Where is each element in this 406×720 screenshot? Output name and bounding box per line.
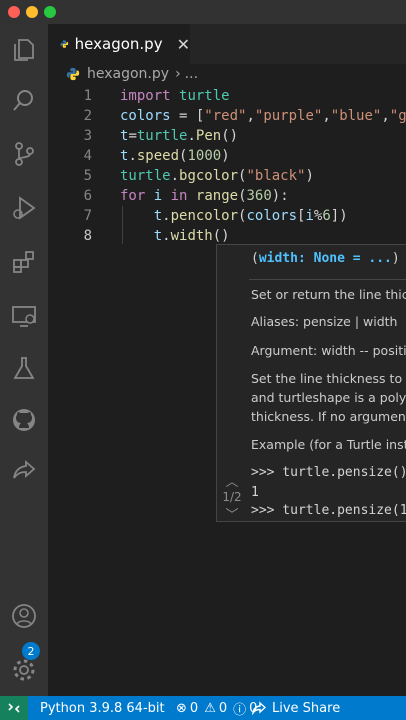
breadcrumb-separator: ›: [175, 66, 181, 82]
breadcrumb: hexagon.py › ...: [48, 64, 406, 84]
code-line[interactable]: for i in range(360):: [120, 186, 289, 206]
hover-doc-line: Set or return the line thick: [251, 287, 406, 302]
warning-icon: ⚠: [204, 700, 216, 716]
code-line[interactable]: colors = ["red","purple","blue","gre: [120, 106, 406, 126]
tab-hexagon-py[interactable]: hexagon.py ✕: [48, 24, 190, 64]
source-control-icon[interactable]: [6, 136, 42, 172]
minimize-window-button[interactable]: [26, 6, 38, 18]
extensions-icon[interactable]: [6, 244, 42, 280]
explorer-icon[interactable]: [6, 32, 42, 68]
zoom-window-button[interactable]: [44, 6, 56, 18]
problems-indicator[interactable]: ⊗ 0 ⚠ 0 ⓘ 0: [176, 696, 257, 720]
breadcrumb-more[interactable]: ...: [185, 66, 198, 82]
line-number: 7: [83, 208, 92, 224]
search-icon[interactable]: [6, 82, 42, 118]
code-line[interactable]: t.speed(1000): [120, 146, 230, 166]
live-share-label: Live Share: [272, 700, 341, 716]
overload-pager: ︿ 1/2 ﹀: [217, 471, 247, 521]
line-number: 2: [83, 108, 92, 124]
live-share-icon[interactable]: [6, 452, 42, 488]
python-interpreter[interactable]: Python 3.9.8 64-bit: [40, 696, 165, 720]
chevron-up-icon[interactable]: ︿: [217, 471, 247, 490]
accounts-icon[interactable]: [6, 598, 42, 634]
testing-flask-icon[interactable]: [6, 350, 42, 386]
run-debug-icon[interactable]: [6, 190, 42, 226]
title-bar: [0, 0, 406, 24]
python-file-icon: [66, 67, 80, 81]
hover-doc-line: Aliases: pensize | width: [251, 314, 398, 329]
line-number: 4: [83, 148, 92, 164]
hover-doc-line: thickness. If no argument: [251, 409, 406, 424]
hover-doc-line: Argument: width -- positiv: [251, 343, 406, 358]
activity-bar: 2: [0, 24, 48, 696]
github-icon[interactable]: [6, 402, 42, 438]
hover-signature: (width: None = ...): [251, 251, 400, 266]
live-share-status[interactable]: Live Share: [252, 696, 340, 720]
error-count: 0: [189, 700, 199, 716]
chevron-down-icon[interactable]: ﹀: [217, 504, 247, 521]
hover-doc-line: Example (for a Turtle insta: [251, 437, 406, 452]
code-line[interactable]: t.pencolor(colors[i%6]): [120, 206, 348, 226]
info-icon: ⓘ: [233, 702, 247, 718]
line-number: 1: [83, 88, 92, 104]
remote-icon: [8, 703, 20, 713]
hover-doc-line: Set the line thickness to w: [251, 371, 406, 386]
code-line-active[interactable]: t.width(): [120, 226, 230, 246]
code-line[interactable]: import turtle: [120, 86, 230, 106]
code-line[interactable]: t=turtle.Pen(): [120, 126, 238, 146]
hover-example-line: >>> turtle.pensize(): [251, 465, 406, 480]
settings-gear-icon[interactable]: [6, 652, 42, 688]
remote-explorer-icon[interactable]: [6, 298, 42, 334]
live-share-status-icon: [252, 701, 266, 715]
hover-example-line: 1: [251, 485, 259, 500]
error-icon: ⊗: [176, 700, 187, 716]
line-number: 3: [83, 128, 92, 144]
hover-divider: [249, 279, 406, 280]
tab-label: hexagon.py: [74, 35, 163, 53]
overload-counter: 1/2: [222, 490, 242, 504]
line-number-active: 8: [83, 228, 92, 244]
code-line[interactable]: turtle.bgcolor("black"): [120, 166, 314, 186]
close-window-button[interactable]: [8, 6, 20, 18]
hover-doc-line: and turtleshape is a polyg: [251, 390, 406, 405]
editor-tabs: hexagon.py ✕: [48, 24, 406, 64]
breadcrumb-file[interactable]: hexagon.py: [87, 66, 169, 82]
warning-count: 0: [218, 700, 228, 716]
remote-indicator[interactable]: [0, 696, 28, 720]
hover-example-line: >>> turtle.pensize(1: [251, 503, 406, 518]
status-bar: Python 3.9.8 64-bit ⊗ 0 ⚠ 0 ⓘ 0 Live Sha…: [0, 696, 406, 720]
line-number: 6: [83, 188, 92, 204]
close-tab-icon[interactable]: ✕: [177, 35, 190, 54]
python-file-icon: [60, 40, 69, 48]
hover-documentation-widget[interactable]: (width: None = ...) Set or return the li…: [216, 244, 406, 522]
line-number: 5: [83, 168, 92, 184]
